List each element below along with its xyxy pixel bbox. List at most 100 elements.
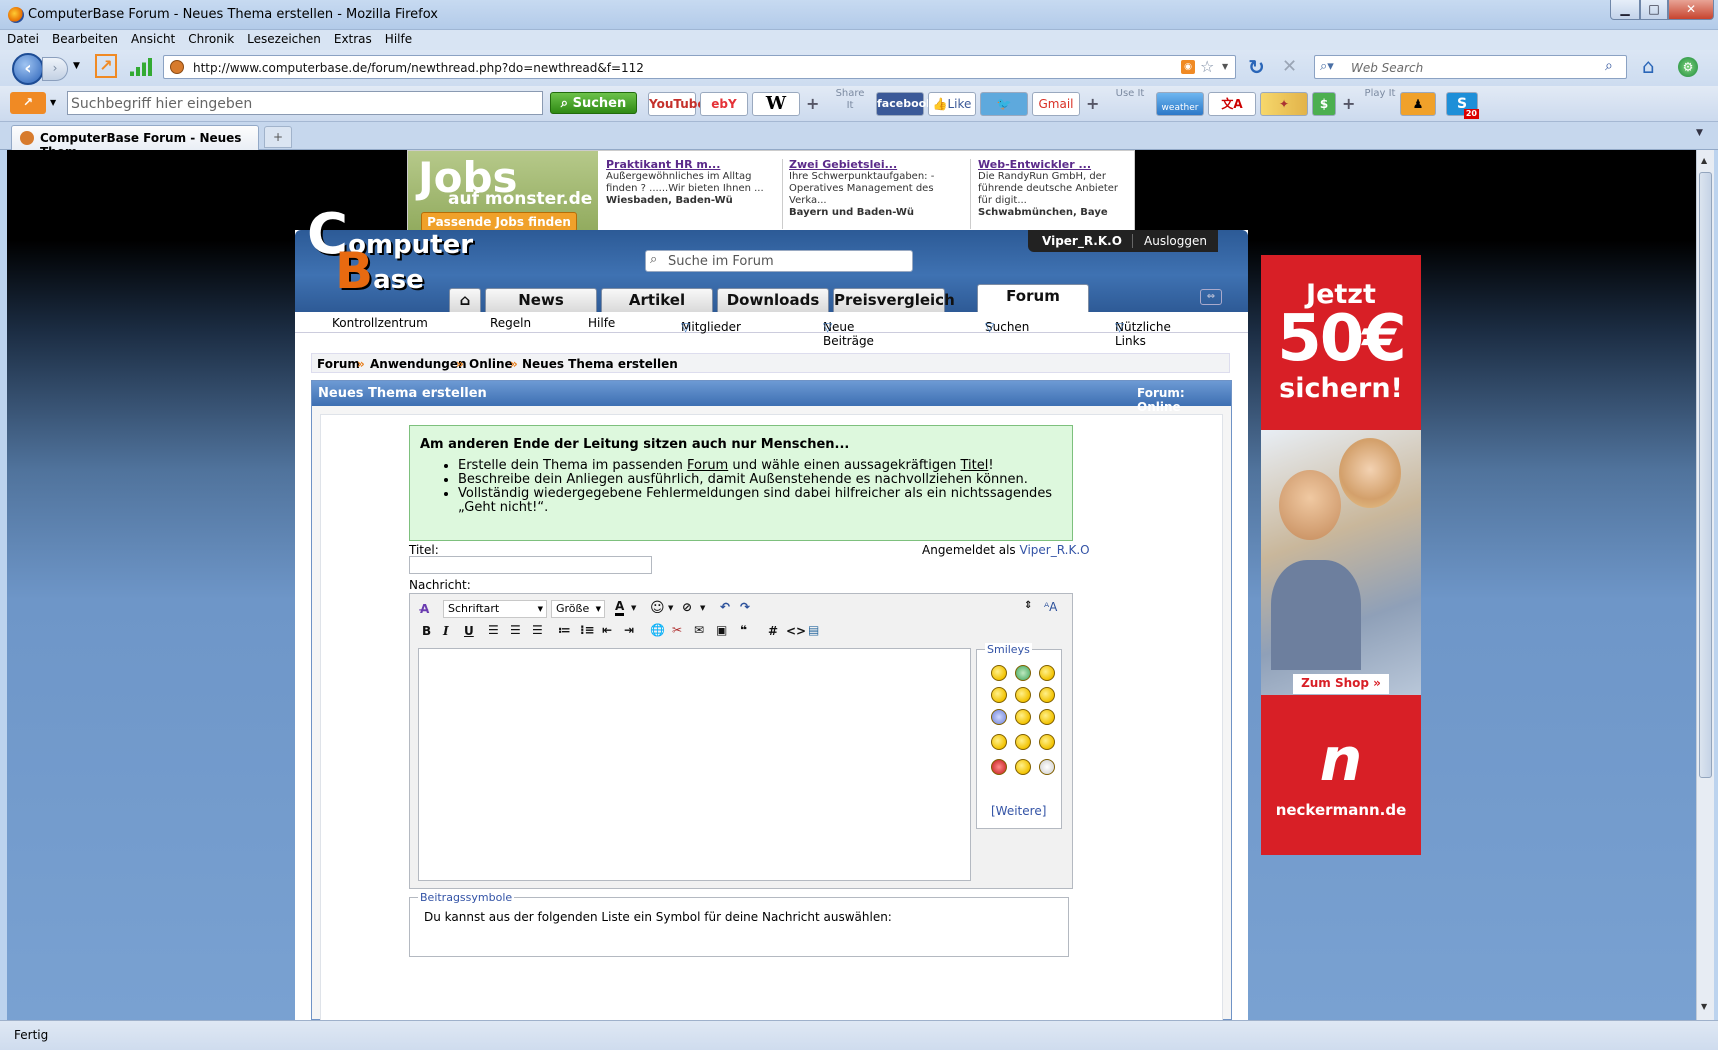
tab-downloads[interactable]: Downloads [717, 288, 829, 312]
email-icon[interactable]: ✉ [694, 623, 704, 637]
logout-link[interactable]: Ausloggen [1144, 234, 1207, 248]
facebook-button[interactable]: facebook [876, 92, 934, 116]
tab-computerbase[interactable]: ComputerBase Forum - Neues Them... [11, 125, 259, 159]
logged-in-user-link[interactable]: Viper_R.K.O [1020, 543, 1090, 557]
toolbar-search-input[interactable]: Suchbegriff hier eingeben [67, 91, 543, 115]
back-button[interactable]: ‹ [12, 53, 44, 85]
tab-forum[interactable]: Forum [977, 284, 1089, 312]
titel-input[interactable] [409, 556, 652, 574]
resize-icon[interactable]: ⇕ [1024, 600, 1032, 611]
smiley-icon[interactable] [1015, 734, 1031, 750]
redo-icon[interactable]: ↷ [740, 600, 750, 614]
smiley-icon[interactable] [991, 734, 1007, 750]
more-smileys-link[interactable]: [Weitere] [991, 804, 1046, 818]
smiley-menu-icon[interactable]: ☺ [650, 600, 665, 616]
wikipedia-button[interactable]: W [752, 92, 800, 116]
breadcrumb-online[interactable]: Online [469, 357, 513, 371]
attachment-icon[interactable]: ⊘ [682, 600, 692, 614]
skype-button[interactable]: S 20 [1446, 92, 1479, 119]
hash-icon[interactable]: # [768, 624, 778, 638]
maximize-button[interactable]: □ [1640, 0, 1668, 20]
tab-list-icon[interactable]: ▼ [1696, 128, 1703, 138]
page-scrollbar[interactable]: ▲ ▼ [1696, 150, 1714, 1020]
remove-format-icon[interactable]: A̶ [420, 602, 429, 616]
job-title[interactable]: Zwei Gebietslei... [789, 159, 959, 171]
job-title[interactable]: Web-Entwickler ... [978, 159, 1133, 171]
menu-bearbeiten[interactable]: Bearbeiten [45, 30, 124, 46]
toolbar-search-button[interactable]: ⌕ Suchen [550, 92, 637, 114]
smiley-icon[interactable] [1015, 687, 1031, 703]
menu-hilfe[interactable]: Hilfe [378, 30, 418, 46]
translate-button[interactable]: 文A [1208, 92, 1256, 116]
tab-home[interactable]: ⌂ [449, 288, 481, 312]
scroll-thumb[interactable] [1699, 172, 1712, 778]
hint-titel-link[interactable]: Titel [961, 458, 989, 473]
chevron-down-icon[interactable]: ▼ [668, 604, 673, 612]
forum-link[interactable]: Online [1137, 400, 1181, 414]
minimize-button[interactable]: ▁ [1610, 0, 1640, 20]
smiley-icon[interactable] [1039, 665, 1055, 681]
ebay-button[interactable]: ebY [700, 92, 748, 116]
tab-artikel[interactable]: Artikel [601, 288, 713, 312]
chevron-down-icon[interactable]: ▼ [631, 604, 636, 612]
rss-icon[interactable]: ◉ [1181, 60, 1195, 74]
menu-datei[interactable]: Datei [0, 30, 45, 46]
game-button[interactable]: ♟ [1400, 92, 1436, 116]
forward-button[interactable]: › [42, 57, 68, 81]
size-select[interactable]: Größe ▼ [551, 600, 605, 618]
job-item-1[interactable]: Praktikant HR m... Außergewöhnliches im … [606, 159, 776, 207]
ad-shop-button[interactable]: Zum Shop » [1293, 674, 1389, 694]
bookmark-star-icon[interactable]: ☆ [1200, 57, 1214, 76]
smiley-icon[interactable] [991, 759, 1007, 775]
web-search-input[interactable]: ⌕▾ Web Search ⌕ [1314, 55, 1627, 79]
dollar-button[interactable]: $ [1312, 92, 1336, 116]
map-button[interactable]: ✦ [1260, 92, 1308, 116]
smiley-icon[interactable] [1015, 665, 1031, 681]
history-dropdown-icon[interactable]: ▼ [73, 61, 80, 71]
add-use-icon[interactable]: + [1342, 94, 1355, 113]
gmail-button[interactable]: Gmail [1032, 92, 1080, 116]
forum-search-input[interactable]: ⌕ Suche im Forum [645, 250, 913, 272]
monster-ad[interactable]: Jobs auf monster.de Passende Jobs finden… [407, 150, 1135, 240]
job-title[interactable]: Praktikant HR m... [606, 159, 776, 171]
search-engine-icon[interactable]: ⌕▾ [1320, 59, 1334, 74]
menu-extras[interactable]: Extras [327, 30, 378, 46]
username-link[interactable]: Viper_R.K.O [1042, 234, 1122, 248]
addon-arrow-icon[interactable]: ↗ [95, 54, 117, 78]
search-go-icon[interactable]: ⌕ [1605, 58, 1613, 74]
subnav-hilfe[interactable]: Hilfe [588, 316, 615, 330]
menu-lesezeichen[interactable]: Lesezeichen [240, 30, 327, 46]
menu-chronik[interactable]: Chronik [181, 30, 240, 46]
align-center-icon[interactable]: ☰ [510, 623, 521, 637]
new-tab-button[interactable]: + [264, 126, 292, 148]
smiley-icon[interactable] [1039, 687, 1055, 703]
switch-mode-icon[interactable]: ᴬA [1044, 600, 1057, 614]
quote-icon[interactable]: ❝ [740, 623, 747, 637]
add-share-icon[interactable]: + [1086, 94, 1099, 113]
signal-bars-icon[interactable] [130, 58, 152, 76]
chevron-down-icon[interactable]: ▼ [700, 604, 705, 612]
job-item-2[interactable]: Zwei Gebietslei... Ihre Schwerpunktaufga… [789, 159, 959, 219]
italic-icon[interactable]: I [443, 624, 449, 638]
computerbase-logo[interactable]: Computer Base [307, 207, 473, 297]
breadcrumb-anwendungen[interactable]: Anwendungen [370, 357, 467, 371]
bold-icon[interactable]: B [422, 624, 431, 638]
unlink-icon[interactable]: ✂ [672, 623, 682, 637]
smiley-icon[interactable] [1015, 709, 1031, 725]
align-right-icon[interactable]: ☰ [532, 623, 543, 637]
align-left-icon[interactable]: ☰ [488, 623, 499, 637]
youtube-button[interactable]: YouTube [648, 92, 706, 116]
indent-icon[interactable]: ⇥ [624, 623, 634, 637]
smiley-icon[interactable] [1015, 759, 1031, 775]
menu-ansicht[interactable]: Ansicht [124, 30, 181, 46]
close-button[interactable]: ✕ [1668, 0, 1714, 20]
twitter-button[interactable]: 🐦 [980, 92, 1028, 116]
url-dropdown-icon[interactable]: ▼ [1222, 62, 1228, 71]
ordered-list-icon[interactable]: ≔ [558, 623, 571, 637]
php-icon[interactable]: ▤ [808, 623, 819, 637]
undo-icon[interactable]: ↶ [720, 600, 730, 614]
scroll-up-icon[interactable]: ▲ [1701, 156, 1707, 165]
tab-news[interactable]: News [485, 288, 597, 312]
font-select[interactable]: Schriftart ▼ [443, 600, 547, 618]
expand-width-icon[interactable]: ⇔ [1200, 289, 1222, 305]
